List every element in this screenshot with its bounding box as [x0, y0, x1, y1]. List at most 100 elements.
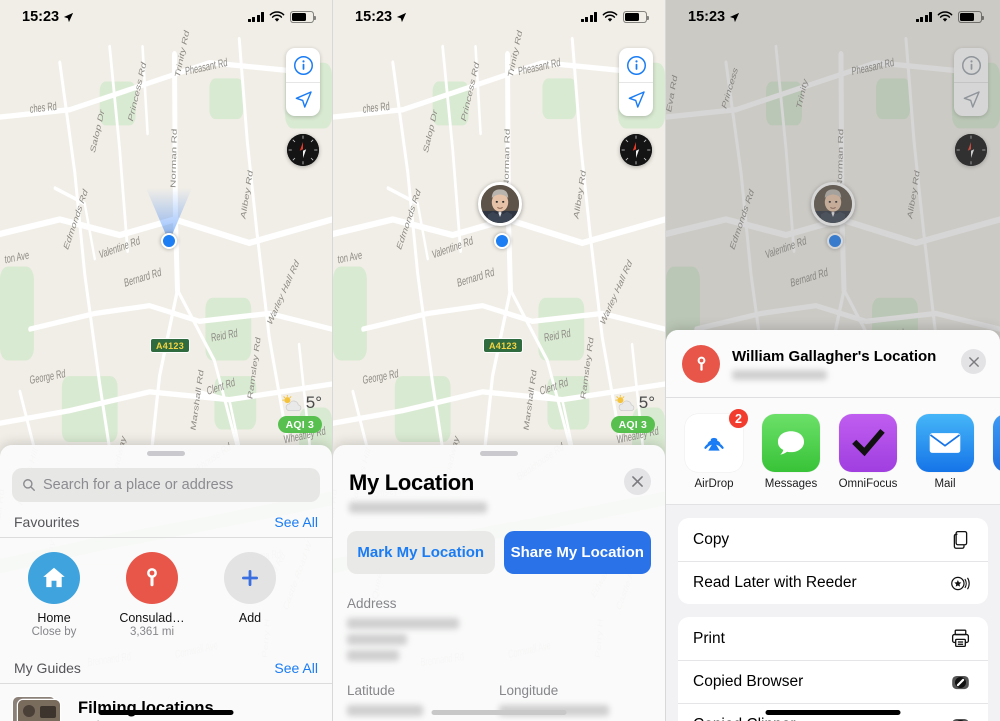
- favourite-name: Add: [238, 611, 262, 625]
- search-placeholder: Search for a place or address: [43, 477, 234, 493]
- weather-widget-2[interactable]: 5° AQI 3: [610, 393, 655, 433]
- share-action-print[interactable]: Print: [678, 617, 988, 660]
- close-icon: [968, 356, 979, 367]
- compass-icon-2[interactable]: [620, 134, 652, 166]
- favourites-see-all[interactable]: See All: [274, 514, 318, 530]
- map-pin-icon: [697, 356, 705, 371]
- share-action-group-1[interactable]: Copy Read Later with Reeder: [678, 518, 988, 604]
- share-app-mail[interactable]: Mail: [915, 414, 975, 490]
- locate-arrow-icon: [628, 91, 645, 108]
- map-info-button-2[interactable]: [619, 48, 653, 82]
- latitude-label: Latitude: [347, 683, 396, 698]
- search-input[interactable]: Search for a place or address: [12, 468, 320, 502]
- map-info-button-1[interactable]: [286, 48, 320, 82]
- weather-temperature: 5°: [305, 393, 322, 412]
- map-controls-2[interactable]: [619, 48, 653, 116]
- screen-share-sheet: Eva Rd Princess Trinity Edmonds Rd Valen…: [666, 0, 1000, 721]
- compass-icon-1[interactable]: [287, 134, 319, 166]
- home-icon-circle: [28, 552, 80, 604]
- screen-my-location: ches Rd ton Ave Edmonds Rd Salop Dr Prin…: [333, 0, 666, 721]
- share-app-label: OmniFocus: [838, 478, 898, 490]
- share-action-label: Read Later with Reeder: [693, 574, 857, 591]
- weather-widget-1[interactable]: 5° AQI 3: [277, 393, 322, 433]
- wifi-icon: [269, 11, 285, 22]
- guide-title: Filming locations: [78, 699, 214, 717]
- guides-see-all[interactable]: See All: [274, 660, 318, 676]
- wifi-icon: [602, 11, 618, 22]
- close-icon: [632, 476, 643, 487]
- copied-browser-icon: [947, 669, 973, 695]
- share-app-label: AirDrop: [694, 478, 734, 490]
- redacted-address-line: [347, 618, 459, 629]
- guides-title: My Guides: [14, 660, 81, 676]
- map-locate-button-1[interactable]: [286, 82, 320, 116]
- svg-text:Norman Rd: Norman Rd: [169, 128, 179, 188]
- close-button-middle[interactable]: [624, 468, 651, 495]
- share-app-messages[interactable]: Messages: [761, 414, 821, 490]
- wifi-icon: [937, 11, 953, 22]
- redacted-address-line: [347, 650, 399, 661]
- my-location-header: My Location: [333, 456, 665, 513]
- map-locate-button-2[interactable]: [619, 82, 653, 116]
- messages-icon: [777, 431, 805, 455]
- my-location-sheet[interactable]: My Location Mark My Location Share My Lo…: [333, 445, 665, 721]
- favourite-home[interactable]: Home Close by: [18, 552, 90, 638]
- sheet-grabber-1[interactable]: [147, 451, 185, 456]
- share-action-reeder[interactable]: Read Later with Reeder: [678, 561, 988, 604]
- share-action-label: Copied Browser: [693, 673, 804, 690]
- share-action-group-2[interactable]: Print Copied Browser Copied Clipper: [678, 617, 988, 721]
- home-icon: [43, 567, 65, 588]
- status-time: 15:23: [688, 9, 726, 25]
- info-circle-icon: [626, 55, 646, 75]
- address-label: Address: [347, 596, 397, 611]
- avatar-marker-2[interactable]: [478, 182, 522, 226]
- favourite-sub: 3,361 mi: [129, 626, 175, 638]
- plus-icon: [242, 570, 258, 586]
- search-sheet[interactable]: Search for a place or address Favourites…: [0, 445, 332, 721]
- map-controls-1[interactable]: [286, 48, 320, 116]
- location-action-buttons[interactable]: Mark My Location Share My Location: [333, 513, 665, 574]
- status-time: 15:23: [355, 9, 393, 25]
- three-screenshot-strip: ches Rd ton Ave Edmonds Rd Salop Dr Prin…: [0, 0, 1000, 721]
- share-sheet[interactable]: William Gallagher's Location 2 AirDrop M…: [666, 330, 1000, 721]
- cellular-signal-icon: [247, 12, 264, 22]
- location-arrow-icon: [730, 12, 740, 22]
- home-indicator-2: [431, 710, 567, 715]
- share-action-copied-browser[interactable]: Copied Browser: [678, 660, 988, 703]
- search-icon: [23, 479, 35, 491]
- share-my-location-button[interactable]: Share My Location: [503, 531, 651, 574]
- status-time: 15:23: [22, 9, 60, 25]
- printer-icon: [947, 626, 973, 652]
- guide-thumbnail: [13, 693, 65, 721]
- share-pin-badge: [682, 345, 720, 383]
- info-circle-icon: [293, 55, 313, 75]
- location-arrow-icon: [64, 12, 74, 22]
- guide-item[interactable]: Filming locations 2 Places: [0, 684, 332, 721]
- partly-sunny-icon: [614, 394, 634, 411]
- share-app-airdrop[interactable]: 2 AirDrop: [684, 408, 749, 490]
- redacted-address-line: [347, 634, 407, 645]
- battery-icon: [290, 11, 317, 23]
- favourite-consulate[interactable]: Consulad… 3,361 mi: [116, 552, 188, 638]
- add-icon-circle: [224, 552, 276, 604]
- share-app-omnifocus[interactable]: OmniFocus: [838, 414, 898, 490]
- share-action-copy[interactable]: Copy: [678, 518, 988, 561]
- weather-temperature: 5°: [638, 393, 655, 412]
- current-location-dot-1: [161, 233, 177, 249]
- airdrop-badge: 2: [728, 408, 749, 429]
- reeder-star-icon: [947, 570, 973, 596]
- share-app-facebook[interactable]: Fa: [992, 414, 1000, 490]
- status-bar-3: 15:23: [666, 0, 1000, 34]
- redacted-latitude-value: [347, 705, 423, 716]
- mark-my-location-button[interactable]: Mark My Location: [347, 531, 495, 574]
- share-apps-row[interactable]: 2 AirDrop Messages OmniFocus Mail: [666, 398, 1000, 505]
- battery-icon: [623, 11, 650, 23]
- favourites-title: Favourites: [14, 514, 80, 530]
- current-location-dot-2: [494, 233, 510, 249]
- favourite-add[interactable]: Add: [214, 552, 286, 638]
- cellular-signal-icon: [915, 12, 932, 22]
- close-button-share[interactable]: [961, 349, 986, 374]
- guides-header: My Guides See All: [0, 648, 332, 684]
- home-indicator-1: [98, 710, 234, 715]
- redacted-share-subtitle: [732, 370, 827, 380]
